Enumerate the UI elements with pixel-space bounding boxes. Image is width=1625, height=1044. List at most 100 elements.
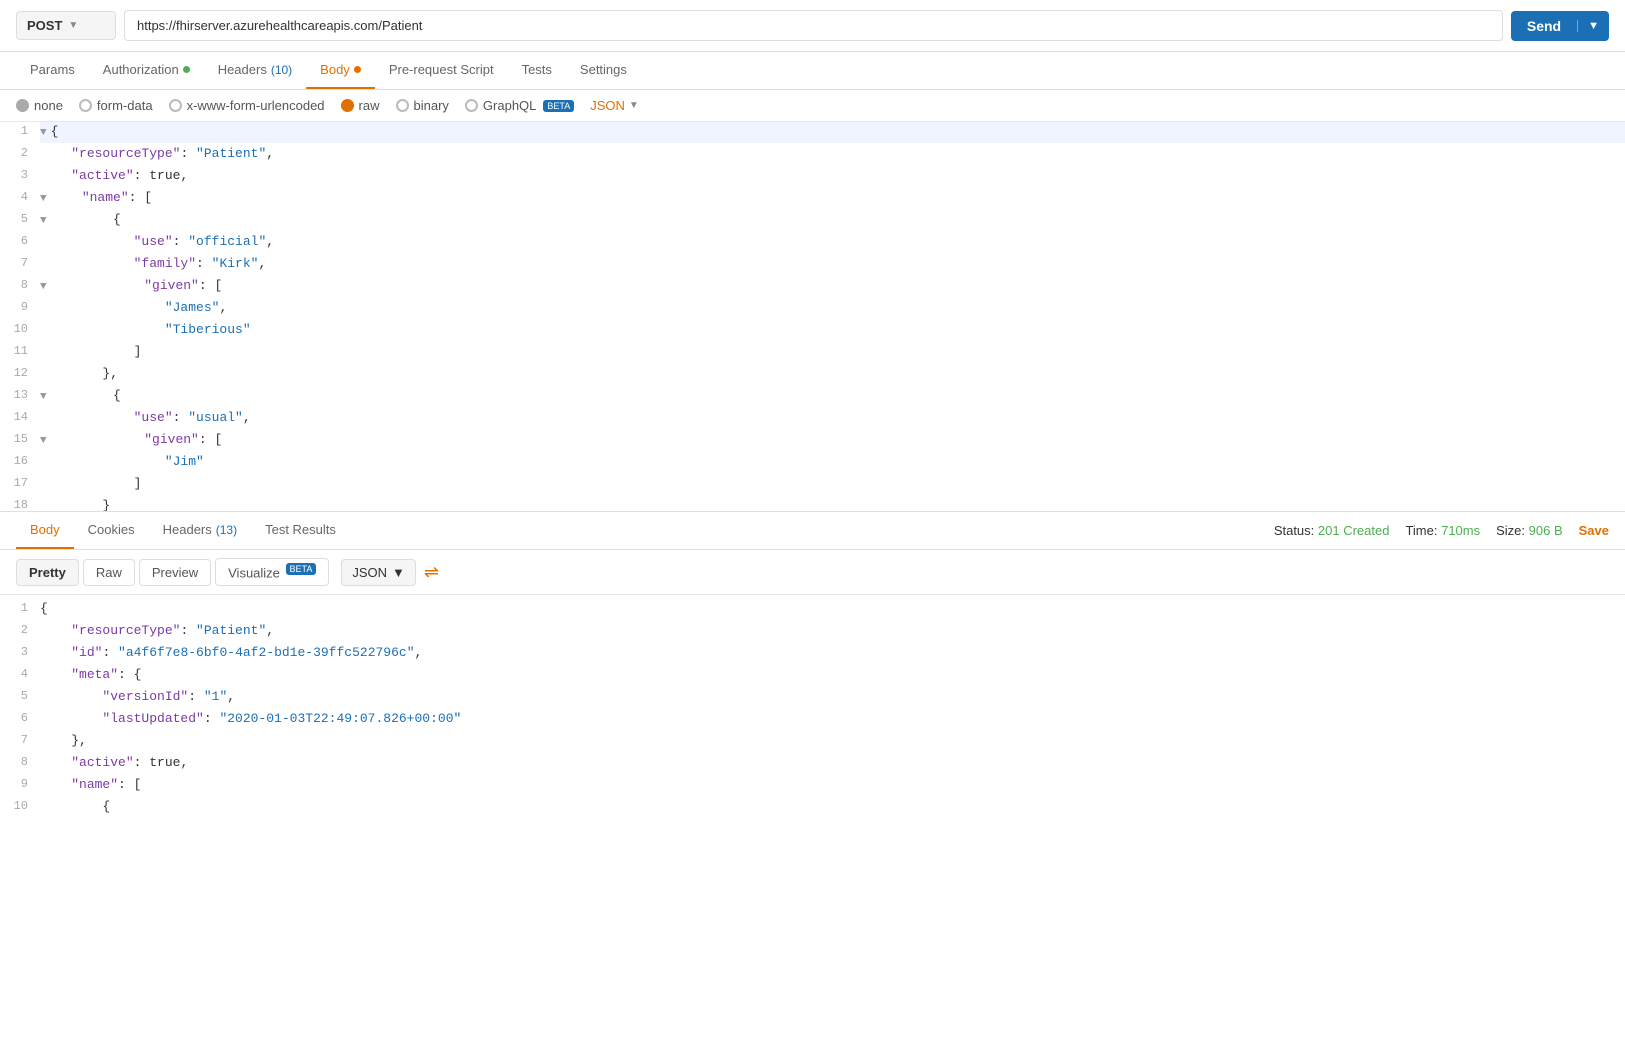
tab-authorization[interactable]: Authorization bbox=[89, 52, 204, 89]
option-binary[interactable]: binary bbox=[396, 98, 449, 113]
line-content: { bbox=[40, 797, 1625, 818]
option-form-data[interactable]: form-data bbox=[79, 98, 153, 113]
line-content: "active": true, bbox=[40, 753, 1625, 774]
line-content: "name": [ bbox=[40, 775, 1625, 796]
tab-headers[interactable]: Headers (10) bbox=[204, 52, 306, 89]
request-bar: POST ▼ Send ▼ bbox=[0, 0, 1625, 52]
option-none[interactable]: none bbox=[16, 98, 63, 113]
request-section: POST ▼ Send ▼ Params Authorization Heade… bbox=[0, 0, 1625, 512]
view-preview-button[interactable]: Preview bbox=[139, 559, 211, 586]
authorization-dot bbox=[183, 66, 190, 73]
format-select[interactable]: JSON ▼ bbox=[590, 98, 639, 113]
save-response-button[interactable]: Save bbox=[1579, 523, 1609, 538]
tab-response-headers-label: Headers bbox=[163, 522, 212, 537]
request-tabs: Params Authorization Headers (10) Body P… bbox=[0, 52, 1625, 90]
line-content: }, bbox=[40, 364, 1625, 385]
line-content: ▼ "given": [ bbox=[40, 276, 1625, 297]
option-raw[interactable]: raw bbox=[341, 98, 380, 113]
send-button[interactable]: Send ▼ bbox=[1511, 11, 1609, 41]
resp-line-5: 5 "versionId": "1", bbox=[0, 687, 1625, 709]
option-urlencoded-label: x-www-form-urlencoded bbox=[187, 98, 325, 113]
line-num: 10 bbox=[0, 320, 40, 339]
tab-response-body[interactable]: Body bbox=[16, 512, 74, 549]
response-section: Body Cookies Headers (13) Test Results S… bbox=[0, 512, 1625, 1044]
resp-line-10: 10 { bbox=[0, 797, 1625, 819]
method-select[interactable]: POST ▼ bbox=[16, 11, 116, 40]
radio-none bbox=[16, 99, 29, 112]
line-num: 8 bbox=[0, 276, 40, 295]
line-content: "Tiberious" bbox=[40, 320, 1625, 341]
tab-response-cookies[interactable]: Cookies bbox=[74, 512, 149, 549]
time-label: Time: 710ms bbox=[1405, 523, 1480, 538]
view-raw-button[interactable]: Raw bbox=[83, 559, 135, 586]
tab-pre-request[interactable]: Pre-request Script bbox=[375, 52, 508, 89]
radio-form-data bbox=[79, 99, 92, 112]
option-urlencoded[interactable]: x-www-form-urlencoded bbox=[169, 98, 325, 113]
line-num: 10 bbox=[0, 797, 40, 816]
tab-response-headers[interactable]: Headers (13) bbox=[149, 512, 251, 549]
req-line-18: 18 } bbox=[0, 496, 1625, 512]
req-line-3: 3 "active": true, bbox=[0, 166, 1625, 188]
tab-body-label: Body bbox=[320, 62, 350, 77]
req-line-13: 13 ▼ { bbox=[0, 386, 1625, 408]
option-form-data-label: form-data bbox=[97, 98, 153, 113]
line-content: "resourceType": "Patient", bbox=[40, 144, 1625, 165]
view-pretty-button[interactable]: Pretty bbox=[16, 559, 79, 586]
wrap-lines-icon[interactable]: ⇌ bbox=[424, 562, 439, 583]
method-dropdown-arrow: ▼ bbox=[68, 20, 78, 31]
resp-line-6: 6 "lastUpdated": "2020-01-03T22:49:07.82… bbox=[0, 709, 1625, 731]
req-line-10: 10 "Tiberious" bbox=[0, 320, 1625, 342]
graphql-beta-badge: BETA bbox=[543, 100, 574, 112]
tab-authorization-label: Authorization bbox=[103, 62, 179, 77]
status-value: 201 Created bbox=[1318, 523, 1390, 538]
response-format-arrow: ▼ bbox=[392, 565, 405, 580]
body-options: none form-data x-www-form-urlencoded raw… bbox=[0, 90, 1625, 122]
time-text-label: Time: bbox=[1405, 523, 1441, 538]
resp-line-2: 2 "resourceType": "Patient", bbox=[0, 621, 1625, 643]
line-num: 12 bbox=[0, 364, 40, 383]
radio-graphql bbox=[465, 99, 478, 112]
line-content: "versionId": "1", bbox=[40, 687, 1625, 708]
req-line-2: 2 "resourceType": "Patient", bbox=[0, 144, 1625, 166]
tab-test-results[interactable]: Test Results bbox=[251, 512, 350, 549]
response-body-editor[interactable]: 1 { 2 "resourceType": "Patient", 3 "id":… bbox=[0, 595, 1625, 1044]
response-tabs-row: Body Cookies Headers (13) Test Results S… bbox=[0, 512, 1625, 550]
radio-urlencoded bbox=[169, 99, 182, 112]
line-content: "active": true, bbox=[40, 166, 1625, 187]
resp-line-4: 4 "meta": { bbox=[0, 665, 1625, 687]
send-dropdown-arrow[interactable]: ▼ bbox=[1577, 20, 1609, 32]
line-content: "meta": { bbox=[40, 665, 1625, 686]
line-content: "resourceType": "Patient", bbox=[40, 621, 1625, 642]
line-num: 13 bbox=[0, 386, 40, 405]
resp-line-9: 9 "name": [ bbox=[0, 775, 1625, 797]
tab-params[interactable]: Params bbox=[16, 52, 89, 89]
view-visualize-button[interactable]: Visualize BETA bbox=[215, 558, 329, 586]
line-num: 6 bbox=[0, 232, 40, 251]
response-format-select[interactable]: JSON ▼ bbox=[341, 559, 416, 586]
line-num: 9 bbox=[0, 775, 40, 794]
req-line-1: 1 ▼{ bbox=[0, 122, 1625, 144]
line-content: "use": "official", bbox=[40, 232, 1625, 253]
body-dot bbox=[354, 66, 361, 73]
tab-tests[interactable]: Tests bbox=[508, 52, 566, 89]
line-num: 15 bbox=[0, 430, 40, 449]
line-num: 1 bbox=[0, 599, 40, 618]
tab-body[interactable]: Body bbox=[306, 52, 375, 89]
request-body-editor[interactable]: 1 ▼{ 2 "resourceType": "Patient", 3 "act… bbox=[0, 122, 1625, 512]
tab-settings-label: Settings bbox=[580, 62, 627, 77]
status-text-label: Status: bbox=[1274, 523, 1318, 538]
option-graphql-label: GraphQL bbox=[483, 98, 536, 113]
url-input[interactable] bbox=[124, 10, 1503, 41]
size-label: Size: 906 B bbox=[1496, 523, 1563, 538]
tab-tests-label: Tests bbox=[522, 62, 552, 77]
option-graphql[interactable]: GraphQL BETA bbox=[465, 98, 574, 113]
visualize-beta-badge: BETA bbox=[286, 563, 317, 575]
tab-settings[interactable]: Settings bbox=[566, 52, 641, 89]
radio-binary bbox=[396, 99, 409, 112]
tab-params-label: Params bbox=[30, 62, 75, 77]
response-format-label: JSON bbox=[352, 565, 387, 580]
line-content: "Jim" bbox=[40, 452, 1625, 473]
line-content: { bbox=[40, 599, 1625, 620]
line-num: 1 bbox=[0, 122, 40, 141]
req-line-16: 16 "Jim" bbox=[0, 452, 1625, 474]
